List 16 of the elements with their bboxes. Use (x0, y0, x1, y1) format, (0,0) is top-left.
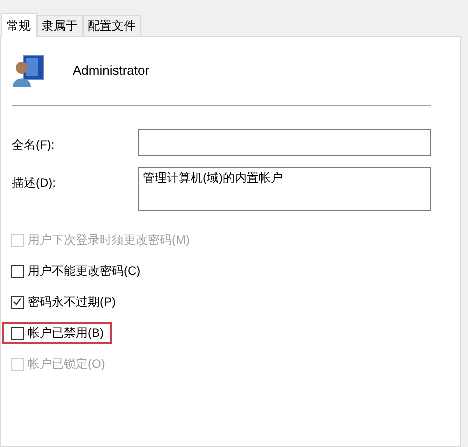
checkbox-option[interactable]: 用户不能更改密码(C) (11, 262, 141, 280)
field-label: 全名(F): (12, 137, 56, 154)
description-field[interactable]: 管理计算机(域)的内置帐户 (138, 167, 431, 211)
tab[interactable]: 配置文件 (83, 15, 141, 36)
user-name: Administrator (73, 62, 150, 80)
checkbox-option[interactable]: 帐户已禁用(B) (11, 324, 104, 342)
checkbox[interactable] (11, 296, 24, 308)
checkbox-option[interactable]: 密码永不过期(P) (11, 293, 116, 311)
field-label: 描述(D): (12, 175, 57, 192)
checkbox[interactable] (11, 326, 24, 340)
tab[interactable]: 常规 (1, 13, 37, 37)
tab[interactable]: 隶属于 (37, 15, 83, 36)
check-icon (13, 298, 22, 306)
user-computer-icon (12, 54, 46, 88)
full-name-field[interactable] (138, 129, 431, 156)
checkbox[interactable] (11, 264, 24, 278)
